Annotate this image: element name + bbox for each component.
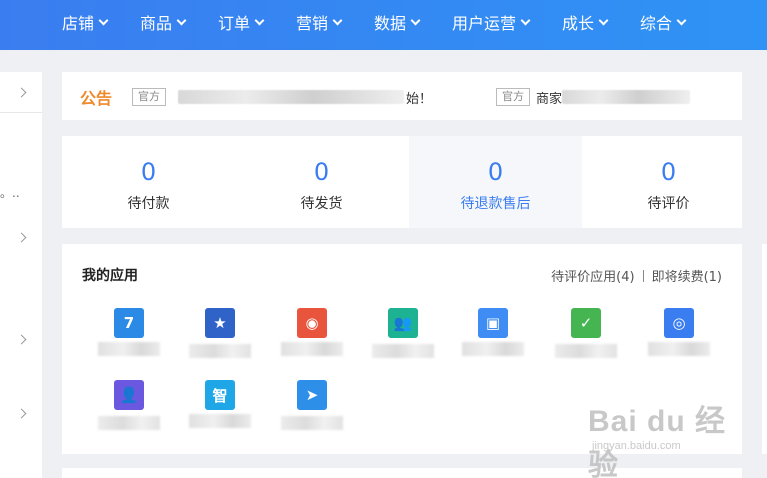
nav-item-label: 商品	[140, 14, 173, 33]
official-tag: 官方	[496, 88, 530, 106]
chevron-down-icon	[598, 15, 609, 25]
notice-bar: 公告 官方 始！ 官方 商家	[62, 72, 742, 120]
stat-label: 待退款售后	[460, 196, 531, 212]
app-name-blurred	[281, 416, 343, 430]
app-name-blurred	[98, 342, 160, 356]
sidebar-item[interactable]	[0, 72, 42, 112]
official-tag: 官方	[132, 88, 166, 106]
sidebar-item[interactable]	[0, 324, 42, 354]
renew-soon-link[interactable]: 即将续费(1)	[652, 266, 722, 285]
stat-label: 待付款	[127, 196, 170, 212]
stat-label: 待发货	[300, 196, 343, 212]
chevron-right-icon	[16, 408, 27, 419]
users-icon: 👥	[388, 308, 418, 338]
app-name-blurred	[372, 344, 434, 358]
nav-item-label: 订单	[218, 14, 251, 33]
notice-text[interactable]: 始！	[406, 88, 432, 107]
chevron-right-icon	[16, 232, 27, 243]
pending-review-apps-link[interactable]: 待评价应用(4)	[551, 266, 634, 285]
app-name-blurred	[189, 344, 251, 358]
app-name-blurred	[648, 342, 710, 356]
app-tile[interactable]: ➤	[281, 380, 345, 450]
chevron-down-icon	[520, 15, 531, 25]
paper-plane-icon: ➤	[297, 380, 327, 410]
stat-pending-review[interactable]: 0 待评价	[582, 136, 755, 228]
stat-value: 0	[140, 158, 157, 186]
nav-item-label: 成长	[562, 14, 595, 33]
app-name-blurred	[98, 416, 160, 430]
nav-item-user-ops[interactable]: 用户运营	[452, 0, 531, 44]
sidebar-item[interactable]	[0, 398, 42, 428]
chevron-right-icon	[16, 334, 27, 345]
nav-item-label: 用户运营	[452, 14, 517, 33]
top-nav: 店铺 商品 订单 营销 数据 用户运营 成长 综合	[0, 0, 767, 50]
app-tile[interactable]: ★	[189, 308, 253, 378]
calendar-icon: 7	[114, 308, 144, 338]
stat-value: 0	[487, 158, 504, 186]
order-stats: 0 待付款 0 待发货 0 待退款售后 0 待评价	[62, 136, 742, 228]
stat-pending-payment[interactable]: 0 待付款	[62, 136, 235, 228]
stat-pending-shipment[interactable]: 0 待发货	[235, 136, 408, 228]
nav-item-growth[interactable]: 成长	[562, 0, 609, 44]
app-name-blurred	[189, 414, 251, 428]
apps-title: 我的应用	[82, 268, 138, 284]
app-tile[interactable]: ✓	[555, 308, 619, 378]
badge-icon: ★	[205, 308, 235, 338]
chevron-down-icon	[676, 15, 687, 25]
app-tile[interactable]: ▣	[462, 308, 526, 378]
nav-item-label: 营销	[296, 14, 329, 33]
nav-item-store[interactable]: 店铺	[62, 0, 109, 44]
nav-item-products[interactable]: 商品	[140, 0, 187, 44]
app-tile[interactable]: ◉	[281, 308, 345, 378]
calendar-check-icon: ✓	[571, 308, 601, 338]
notice-text[interactable]: 商家	[536, 88, 562, 107]
bag-icon: ▣	[478, 308, 508, 338]
notice-title: 公告	[80, 89, 113, 108]
chevron-down-icon	[176, 15, 187, 25]
right-panel	[762, 244, 767, 454]
app-tile[interactable]: ◎	[648, 308, 712, 378]
chevron-down-icon	[410, 15, 421, 25]
watermark-url: jingyan.baidu.com	[592, 440, 681, 452]
app-tile[interactable]: 👥	[372, 308, 436, 378]
nav-item-data[interactable]: 数据	[374, 0, 421, 44]
sidebar-divider	[0, 112, 42, 113]
chevron-down-icon	[332, 15, 343, 25]
eye-icon: ◉	[297, 308, 327, 338]
divider	[642, 269, 644, 282]
nav-item-label: 数据	[374, 14, 407, 33]
sidebar: 。..	[0, 72, 42, 478]
nav-item-marketing[interactable]: 营销	[296, 0, 343, 44]
app-name-blurred	[462, 342, 524, 356]
nav-item-label: 店铺	[62, 14, 95, 33]
app-name-blurred	[555, 344, 617, 358]
chevron-down-icon	[254, 15, 265, 25]
stat-value: 0	[313, 158, 330, 186]
notice-text-blurred[interactable]	[178, 90, 404, 104]
sidebar-item-label: 。..	[0, 186, 20, 200]
nav-item-label: 综合	[640, 14, 673, 33]
notice-text-blurred[interactable]	[562, 90, 690, 104]
stat-label: 待评价	[647, 196, 690, 212]
app-tile[interactable]: 智	[189, 380, 253, 450]
app-tile[interactable]: 👤	[98, 380, 162, 450]
stat-pending-refund[interactable]: 0 待退款售后	[409, 136, 582, 228]
chevron-right-icon	[16, 87, 27, 98]
watermark-text: Bai du 经验	[588, 405, 727, 478]
app-name-blurred	[281, 342, 343, 356]
nav-item-orders[interactable]: 订单	[218, 0, 265, 44]
user-settings-icon: 👤	[114, 380, 144, 410]
sidebar-item[interactable]	[0, 222, 42, 252]
nav-item-general[interactable]: 综合	[640, 0, 687, 44]
stat-value: 0	[660, 158, 677, 186]
compass-icon: ◎	[664, 308, 694, 338]
zhi-icon: 智	[205, 380, 235, 410]
baidu-jingyan-watermark: Bai du 经验 jingyan.baidu.com	[588, 396, 728, 478]
app-tile[interactable]: 7	[98, 308, 162, 378]
chevron-down-icon	[98, 15, 109, 25]
apps-links: 待评价应用(4) 即将续费(1)	[551, 266, 722, 285]
